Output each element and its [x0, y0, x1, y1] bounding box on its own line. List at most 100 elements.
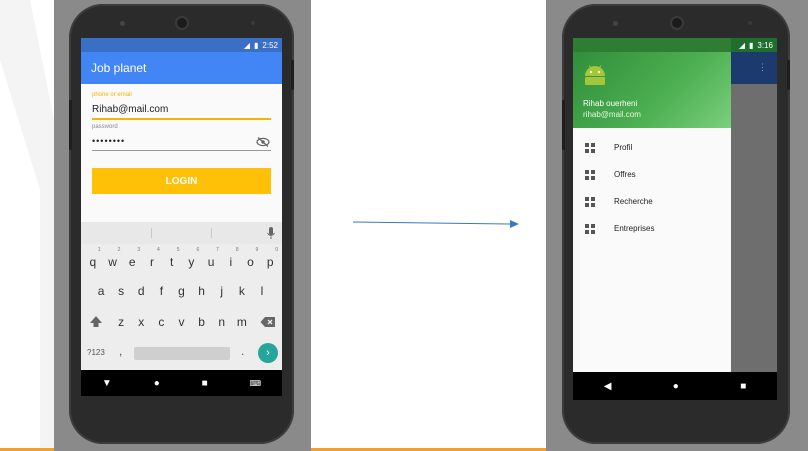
side-button-right	[291, 60, 294, 90]
decorative-shape	[0, 0, 54, 451]
period-key[interactable]: .	[241, 344, 244, 358]
recents-icon[interactable]: ■	[740, 381, 746, 392]
user-email: rihab@mail.com	[583, 110, 641, 119]
key-hint: 4	[157, 247, 160, 253]
visibility-off-icon[interactable]	[256, 137, 270, 147]
key-l[interactable]: l	[252, 284, 272, 298]
key-hint: 3	[137, 247, 141, 253]
key-hint: 8	[235, 247, 239, 253]
drawer-status-strip	[573, 38, 731, 52]
password-input[interactable]: ••••••••	[92, 136, 125, 146]
key-label: p	[266, 255, 274, 269]
status-time: 2:52	[262, 40, 278, 50]
navigation-bar: ◀ ● ■	[573, 372, 777, 400]
key-o[interactable]: 9o	[241, 247, 261, 269]
key-label: w	[108, 255, 117, 269]
phone-email-underline	[92, 118, 271, 120]
key-c[interactable]: c	[151, 315, 171, 329]
sensor-dot	[613, 21, 618, 26]
drawer-header: Rihab ouerheni rihab@mail.com	[573, 38, 731, 128]
key-e[interactable]: 3e	[122, 247, 142, 269]
key-v[interactable]: v	[171, 315, 191, 329]
user-name: Rihab ouerheni	[583, 99, 638, 108]
sensor-dot-right	[748, 21, 752, 25]
backspace-icon[interactable]	[260, 316, 276, 328]
key-m[interactable]: m	[232, 315, 252, 329]
key-j[interactable]: j	[212, 284, 232, 298]
sensor-dot-right	[251, 21, 255, 25]
back-icon[interactable]: ◀	[604, 381, 612, 392]
grid-icon	[585, 142, 595, 153]
key-q[interactable]: 1q	[83, 247, 103, 269]
enter-key[interactable]: ›	[258, 343, 278, 363]
key-x[interactable]: x	[131, 315, 151, 329]
keyboard-switch-icon[interactable]: ⌨	[250, 379, 262, 388]
side-button	[562, 100, 565, 150]
suggestion-strip	[81, 222, 282, 244]
key-p[interactable]: 0p	[260, 247, 280, 269]
soft-keyboard: 1q2w3e4r5t6y7u8i9o0p asdfghjkl zxcvbnm ?…	[81, 222, 282, 370]
comma-key[interactable]: ,	[119, 344, 122, 358]
login-button[interactable]: LOGIN	[92, 168, 271, 194]
front-camera	[177, 18, 187, 28]
navigation-drawer: Rihab ouerheni rihab@mail.com Profil Off…	[573, 38, 731, 372]
back-icon[interactable]: ▼	[102, 378, 112, 389]
password-underline	[92, 150, 271, 151]
status-time: 3:16	[757, 40, 773, 50]
drawer-item-offres[interactable]: Offres	[573, 161, 731, 188]
key-d[interactable]: d	[131, 284, 151, 298]
shift-icon[interactable]	[89, 315, 103, 329]
slide: ◢ ▮ 2:52 Job planet phone or email Rihab…	[0, 0, 808, 451]
key-label: t	[169, 255, 174, 269]
key-k[interactable]: k	[232, 284, 252, 298]
key-i[interactable]: 8i	[221, 247, 241, 269]
key-label: r	[149, 255, 154, 269]
overflow-menu-icon[interactable]: ⋮	[758, 62, 767, 73]
key-t[interactable]: 5t	[162, 247, 182, 269]
drawer-item-recherche[interactable]: Recherche	[573, 188, 731, 215]
key-n[interactable]: n	[212, 315, 232, 329]
front-camera	[672, 18, 682, 28]
key-z[interactable]: z	[111, 315, 131, 329]
password-label: password	[92, 124, 118, 130]
key-a[interactable]: a	[91, 284, 111, 298]
symbols-key[interactable]: ?123	[87, 348, 105, 357]
key-hint: 2	[117, 247, 121, 253]
battery-icon: ▮	[749, 40, 754, 50]
microphone-icon[interactable]	[266, 226, 276, 240]
key-g[interactable]: g	[171, 284, 191, 298]
home-icon[interactable]: ●	[154, 378, 160, 389]
key-s[interactable]: s	[111, 284, 131, 298]
key-y[interactable]: 6y	[182, 247, 202, 269]
side-button-right	[787, 60, 790, 90]
key-hint: 7	[216, 247, 219, 253]
keyboard-row-1: 1q2w3e4r5t6y7u8i9o0p	[81, 247, 282, 269]
key-u[interactable]: 7u	[201, 247, 221, 269]
battery-icon: ▮	[254, 40, 259, 50]
drawer-item-entreprises[interactable]: Entreprises	[573, 215, 731, 242]
space-bar[interactable]	[134, 347, 230, 360]
drawer-item-profil[interactable]: Profil	[573, 134, 731, 161]
phone-email-label: phone or email	[92, 92, 132, 98]
suggestion-divider	[151, 228, 152, 238]
key-r[interactable]: 4r	[142, 247, 162, 269]
signal-icon: ◢	[243, 40, 251, 50]
keyboard-row-2: asdfghjkl	[81, 284, 282, 298]
grid-icon	[585, 169, 595, 180]
side-button	[69, 100, 72, 150]
keyboard-row-3: zxcvbnm	[81, 315, 282, 329]
key-h[interactable]: h	[192, 284, 212, 298]
phone-email-input[interactable]: Rihab@mail.com	[92, 104, 168, 115]
home-icon[interactable]: ●	[673, 381, 679, 392]
key-label: y	[188, 255, 195, 269]
recents-icon[interactable]: ■	[202, 378, 208, 389]
drawer-item-label: Entreprises	[614, 224, 655, 233]
key-f[interactable]: f	[151, 284, 171, 298]
android-icon	[585, 65, 605, 85]
drawer-item-label: Recherche	[614, 197, 653, 206]
key-label: i	[229, 255, 233, 269]
key-label: e	[128, 255, 136, 269]
key-w[interactable]: 2w	[103, 247, 123, 269]
key-b[interactable]: b	[192, 315, 212, 329]
sensor-dot	[120, 21, 125, 26]
